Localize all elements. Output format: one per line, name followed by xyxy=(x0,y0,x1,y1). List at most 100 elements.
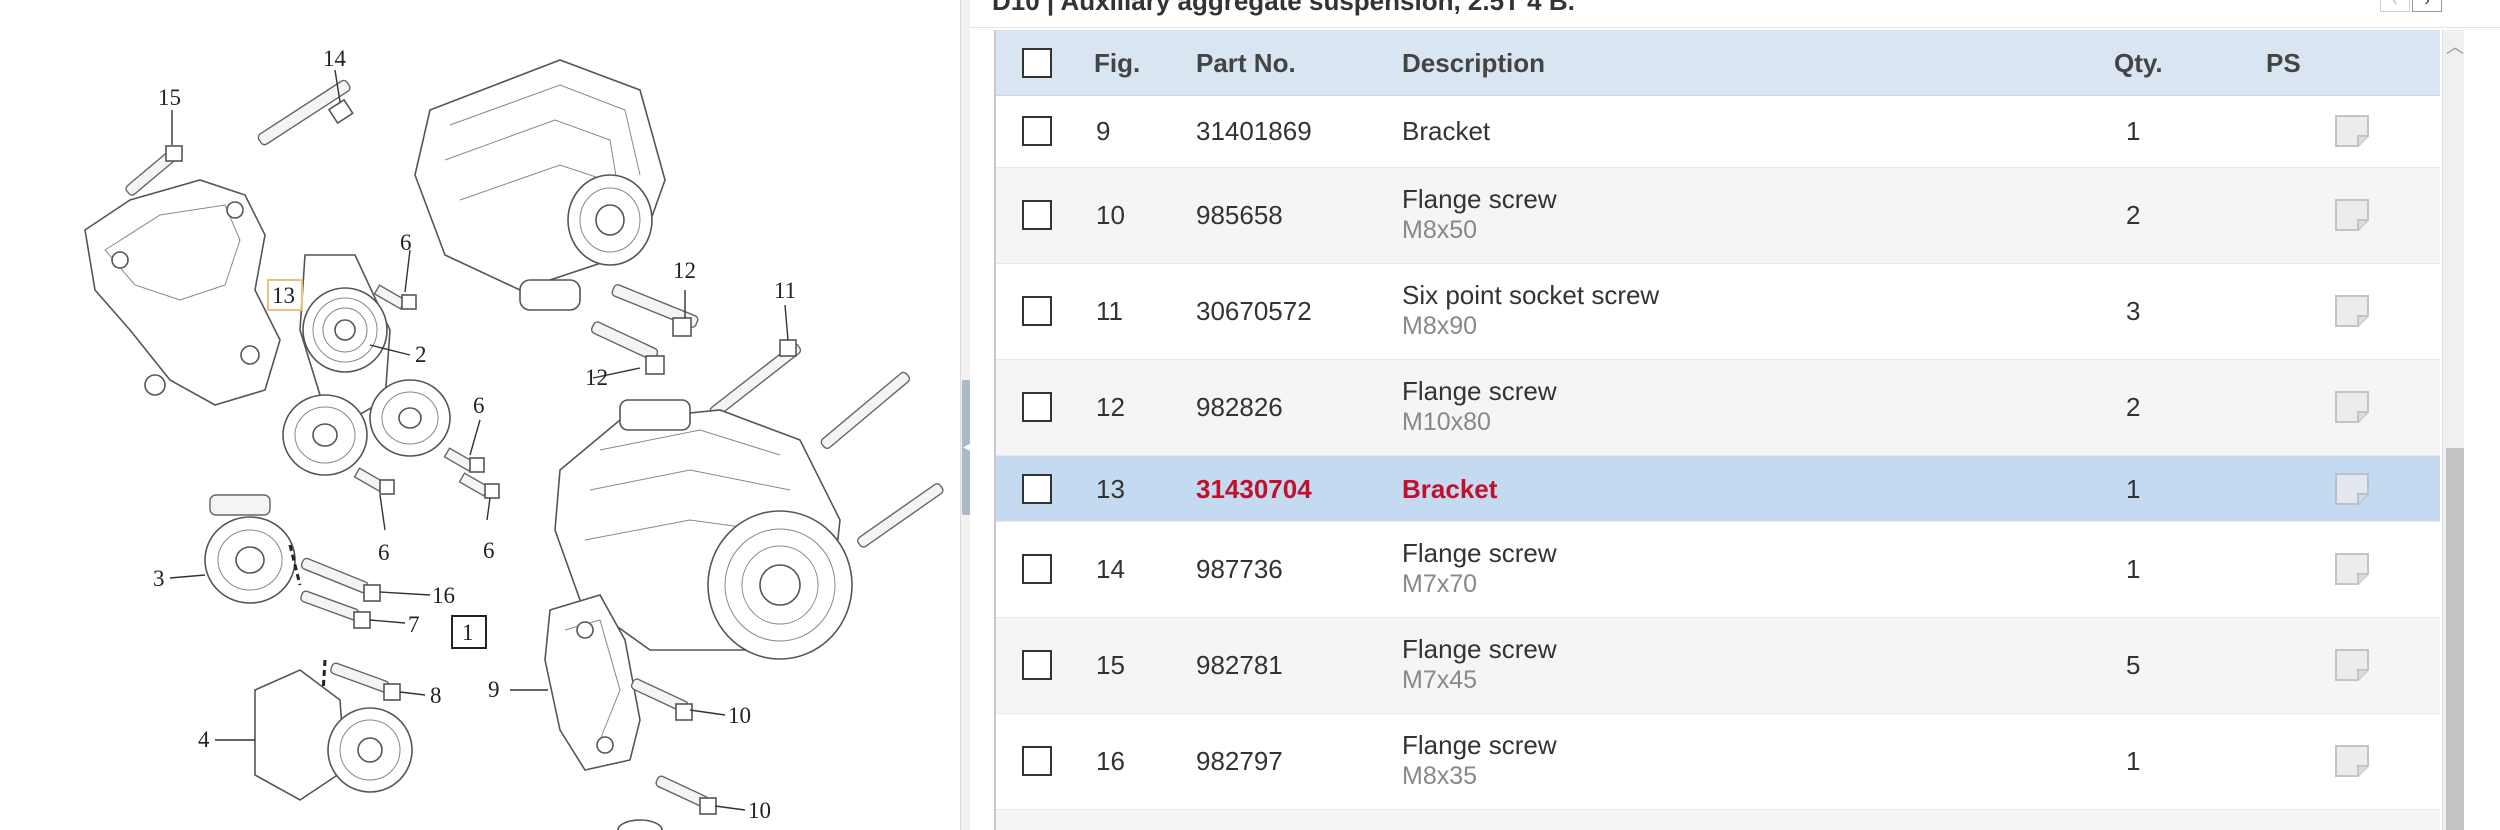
callout-12b[interactable]: 12 xyxy=(585,365,608,390)
table-row[interactable]: 10 985658 Flange screw M8x50 2 xyxy=(996,168,2440,264)
table-row[interactable]: 11 30670572 Six point socket screw M8x90… xyxy=(996,264,2440,360)
row-part-no[interactable]: 985658 xyxy=(1196,200,1283,231)
row-qty: 3 xyxy=(2126,296,2141,326)
panel-header: D10 | Auxiliary aggregate suspension, 2.… xyxy=(970,0,2500,28)
callout-6c[interactable]: 6 xyxy=(483,538,495,563)
parts-table: Fig. Part No. Description Qty. PS 9 3140… xyxy=(994,30,2464,830)
table-row[interactable]: 16 982797 Flange screw M8x35 1 xyxy=(996,714,2440,810)
row-fig: 12 xyxy=(1096,392,1125,422)
row-part-no[interactable]: 982781 xyxy=(1196,650,1283,681)
callout-2[interactable]: 2 xyxy=(415,342,427,367)
col-fig[interactable]: Fig. xyxy=(1094,48,1140,79)
row-part-no[interactable]: 31401869 xyxy=(1196,116,1312,147)
row-qty: 1 xyxy=(2126,746,2141,776)
col-qty[interactable]: Qty. xyxy=(2114,48,2163,79)
note-icon[interactable] xyxy=(2334,648,2370,682)
table-row[interactable] xyxy=(996,810,2440,830)
note-icon[interactable] xyxy=(2334,294,2370,328)
row-fig: 10 xyxy=(1096,200,1125,230)
row-checkbox[interactable] xyxy=(1022,296,1052,326)
col-description[interactable]: Description xyxy=(1402,48,1545,79)
callout-6a[interactable]: 6 xyxy=(400,230,412,255)
callout-6d[interactable]: 6 xyxy=(378,540,390,565)
col-ps[interactable]: PS xyxy=(2266,48,2301,79)
row-description: Bracket xyxy=(1402,474,1498,504)
row-fig: 13 xyxy=(1096,474,1125,504)
table-row[interactable]: 12 982826 Flange screw M10x80 2 xyxy=(996,360,2440,456)
row-spec: M8x90 xyxy=(1402,312,1478,340)
callout-1[interactable]: 1 xyxy=(462,620,474,645)
row-description: Six point socket screw xyxy=(1402,280,1660,310)
parts-list-panel: D10 | Auxiliary aggregate suspension, 2.… xyxy=(970,0,2500,830)
row-checkbox[interactable] xyxy=(1022,746,1052,776)
alternator[interactable] xyxy=(414,59,666,311)
row-part-no[interactable]: 982826 xyxy=(1196,392,1283,423)
row-description: Flange screw xyxy=(1402,184,1557,214)
previous-page-button[interactable]: ‹ xyxy=(2380,0,2410,12)
row-qty: 5 xyxy=(2126,650,2141,680)
row-description: Flange screw xyxy=(1402,634,1557,664)
row-part-no[interactable]: 987736 xyxy=(1196,554,1283,585)
callout-10a[interactable]: 10 xyxy=(728,703,751,728)
col-part-no[interactable]: Part No. xyxy=(1196,48,1296,79)
row-checkbox[interactable] xyxy=(1022,200,1052,230)
row-description: Flange screw xyxy=(1402,730,1557,760)
idler-pulley-3[interactable] xyxy=(204,494,296,604)
callout-13[interactable]: 13 xyxy=(272,283,295,308)
callout-4[interactable]: 4 xyxy=(198,727,210,752)
next-page-button[interactable]: › xyxy=(2412,0,2442,12)
callout-3[interactable]: 3 xyxy=(153,566,165,591)
callout-14[interactable]: 14 xyxy=(323,46,347,71)
row-fig: 11 xyxy=(1096,296,1123,326)
bracket-13[interactable] xyxy=(84,179,281,406)
callout-12a[interactable]: 12 xyxy=(673,258,696,283)
row-qty: 1 xyxy=(2126,474,2141,504)
table-row[interactable]: 14 987736 Flange screw M7x70 1 xyxy=(996,522,2440,618)
row-qty: 1 xyxy=(2126,116,2141,146)
screw-11[interactable] xyxy=(709,339,802,419)
chevron-left-icon: ◂ xyxy=(963,438,971,454)
callout-6b[interactable]: 6 xyxy=(473,393,485,418)
callout-10b[interactable]: 10 xyxy=(748,798,771,823)
table-header: Fig. Part No. Description Qty. PS xyxy=(996,30,2440,96)
callout-7[interactable]: 7 xyxy=(408,612,420,637)
note-icon[interactable] xyxy=(2334,390,2370,424)
row-spec: M8x50 xyxy=(1402,216,1478,244)
callout-9[interactable]: 9 xyxy=(488,677,500,702)
note-icon[interactable] xyxy=(2334,472,2370,506)
row-qty: 2 xyxy=(2126,200,2141,230)
row-description: Bracket xyxy=(1402,116,1491,146)
note-icon[interactable] xyxy=(2334,552,2370,586)
row-checkbox[interactable] xyxy=(1022,392,1052,422)
row-fig: 16 xyxy=(1096,746,1125,776)
row-checkbox[interactable] xyxy=(1022,116,1052,146)
row-checkbox[interactable] xyxy=(1022,474,1052,504)
callout-15[interactable]: 15 xyxy=(158,85,181,110)
note-icon[interactable] xyxy=(2334,744,2370,778)
row-fig: 15 xyxy=(1096,650,1125,680)
note-icon[interactable] xyxy=(2334,198,2370,232)
screw-12-upper[interactable] xyxy=(611,284,699,337)
panel-title: D10 | Auxiliary aggregate suspension, 2.… xyxy=(992,0,1575,16)
callout-11[interactable]: 11 xyxy=(774,278,796,303)
chevron-up-icon[interactable]: ︿ xyxy=(2443,30,2464,64)
callout-8[interactable]: 8 xyxy=(430,683,442,708)
select-all-checkbox[interactable] xyxy=(1022,48,1052,78)
table-row[interactable]: 9 31401869 Bracket 1 xyxy=(996,96,2440,168)
table-row-selected[interactable]: 13 31430704 Bracket 1 xyxy=(996,456,2440,522)
row-part-no[interactable]: 30670572 xyxy=(1196,296,1312,327)
row-fig: 14 xyxy=(1096,554,1125,584)
row-part-no[interactable]: 982797 xyxy=(1196,746,1283,777)
table-scrollbar[interactable]: ︿ xyxy=(2442,30,2464,830)
callout-16[interactable]: 16 xyxy=(432,583,455,608)
row-description: Flange screw xyxy=(1402,376,1557,406)
table-row[interactable]: 15 982781 Flange screw M7x45 5 xyxy=(996,618,2440,714)
row-qty: 2 xyxy=(2126,392,2141,422)
row-part-no[interactable]: 31430704 xyxy=(1196,474,1312,505)
row-description: Flange screw xyxy=(1402,538,1557,568)
row-checkbox[interactable] xyxy=(1022,554,1052,584)
note-icon[interactable] xyxy=(2334,114,2370,148)
parts-diagram: 15 14 13 6 2 12 12 11 6 6 6 3 16 7 1 8 9… xyxy=(0,0,960,830)
row-checkbox[interactable] xyxy=(1022,650,1052,680)
scrollbar-thumb[interactable] xyxy=(2446,448,2464,830)
